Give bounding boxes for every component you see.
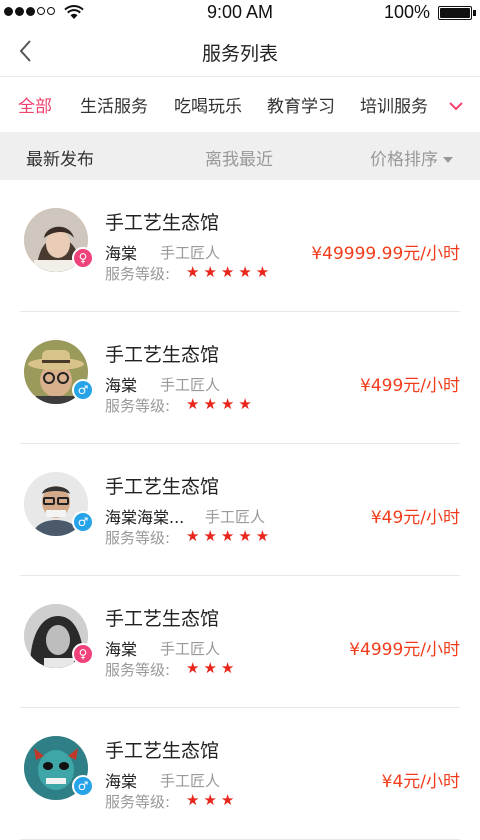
sort-price-label: 价格排序 bbox=[370, 150, 438, 170]
price: ¥499元/小时 bbox=[360, 376, 460, 396]
service-name: 手工艺生态馆 bbox=[105, 476, 220, 498]
service-level-label: 服务等级: bbox=[105, 397, 171, 415]
star-rating: ★★★★★ bbox=[186, 527, 274, 545]
chevron-down-icon[interactable] bbox=[446, 96, 466, 116]
male-gender-icon: ♂ bbox=[72, 379, 94, 401]
service-level-label: 服务等级: bbox=[105, 265, 171, 283]
owner-name: 海棠海棠... bbox=[105, 508, 185, 527]
sort-nearest[interactable]: 离我最近 bbox=[205, 145, 273, 170]
owner-role: 手工匠人 bbox=[160, 772, 221, 790]
owner-name: 海棠 bbox=[105, 640, 138, 659]
male-gender-icon: ♂ bbox=[72, 511, 94, 533]
sort-price[interactable]: 价格排序 bbox=[370, 145, 453, 170]
tab-food-fun[interactable]: 吃喝玩乐 bbox=[174, 92, 242, 117]
owner-name: 海棠 bbox=[105, 376, 138, 395]
star-rating: ★★★ bbox=[186, 659, 239, 677]
list-item[interactable]: ♂ 手工艺生态馆 海棠 手工匠人 服务等级: ★★★★ ¥499元/小时 bbox=[0, 312, 480, 444]
female-gender-icon: ♀ bbox=[72, 247, 94, 269]
price: ¥4999元/小时 bbox=[349, 640, 460, 660]
service-name: 手工艺生态馆 bbox=[105, 608, 220, 630]
star-rating: ★★★★ bbox=[186, 395, 256, 413]
owner-role: 手工匠人 bbox=[160, 640, 221, 658]
list-item[interactable]: ♀ 手工艺生态馆 海棠 手工匠人 服务等级: ★★★★★ ¥49999.99元/… bbox=[0, 180, 480, 312]
tab-education[interactable]: 教育学习 bbox=[267, 92, 335, 117]
page-title: 服务列表 bbox=[201, 43, 278, 65]
list-item[interactable]: ♀ 手工艺生态馆 海棠 手工匠人 服务等级: ★★★ ¥4999元/小时 bbox=[0, 576, 480, 708]
tab-all[interactable]: 全部 bbox=[18, 92, 52, 117]
sort-bar: 最新发布 离我最近 价格排序 bbox=[0, 132, 480, 180]
owner-role: 手工匠人 bbox=[160, 376, 221, 394]
owner-role: 手工匠人 bbox=[205, 508, 266, 526]
service-level-label: 服务等级: bbox=[105, 529, 171, 547]
star-rating: ★★★ bbox=[186, 791, 239, 809]
tab-training[interactable]: 培训服务 bbox=[360, 92, 428, 117]
owner-name: 海棠 bbox=[105, 244, 138, 263]
battery-percent: 100% bbox=[383, 2, 430, 22]
owner-role: 手工匠人 bbox=[160, 244, 221, 262]
female-gender-icon: ♀ bbox=[72, 643, 94, 665]
tab-life-services[interactable]: 生活服务 bbox=[80, 92, 148, 117]
battery-icon bbox=[438, 6, 476, 20]
nav-bar: 服务列表 bbox=[0, 26, 480, 77]
male-gender-icon: ♂ bbox=[72, 775, 94, 797]
service-level-label: 服务等级: bbox=[105, 793, 171, 811]
list-item[interactable]: ♂ 手工艺生态馆 海棠海棠... 手工匠人 服务等级: ★★★★★ ¥49元/小… bbox=[0, 444, 480, 576]
price: ¥49999.99元/小时 bbox=[311, 244, 460, 264]
service-name: 手工艺生态馆 bbox=[105, 212, 220, 234]
category-tabs: 全部 生活服务 吃喝玩乐 教育学习 培训服务 bbox=[0, 78, 480, 132]
list-item[interactable]: ♂ 手工艺生态馆 海棠 手工匠人 服务等级: ★★★ ¥4元/小时 bbox=[0, 708, 480, 840]
service-list: ♀ 手工艺生态馆 海棠 手工匠人 服务等级: ★★★★★ ¥49999.99元/… bbox=[0, 180, 480, 840]
service-level-label: 服务等级: bbox=[105, 661, 171, 679]
service-name: 手工艺生态馆 bbox=[105, 344, 220, 366]
price: ¥4元/小时 bbox=[381, 772, 460, 792]
service-name: 手工艺生态馆 bbox=[105, 740, 220, 762]
price: ¥49元/小时 bbox=[370, 508, 460, 528]
caret-down-icon bbox=[443, 157, 453, 163]
owner-name: 海棠 bbox=[105, 772, 138, 791]
sort-latest[interactable]: 最新发布 bbox=[26, 145, 94, 170]
status-bar: 9:00 AM 100% bbox=[0, 0, 480, 26]
star-rating: ★★★★★ bbox=[186, 263, 274, 281]
